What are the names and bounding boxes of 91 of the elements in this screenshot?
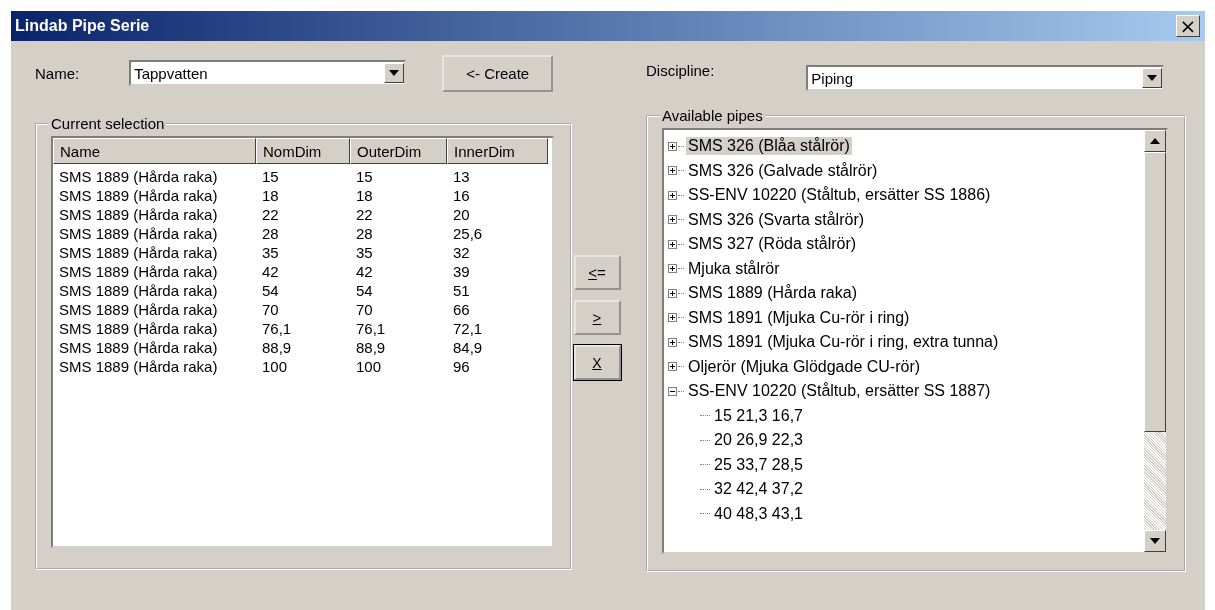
table-cell: SMS 1889 (Hårda raka) <box>59 225 218 242</box>
table-cell: 32 <box>453 244 470 261</box>
table-cell: 54 <box>262 282 279 299</box>
table-cell: SMS 1889 (Hårda raka) <box>59 301 218 318</box>
group-title: Available pipes <box>661 107 764 124</box>
table-cell: 18 <box>262 187 279 204</box>
table-cell: 70 <box>262 301 279 318</box>
move-button[interactable]: X <box>573 345 621 380</box>
name-dropdown[interactable]: Tappvatten <box>129 60 407 86</box>
expand-icon[interactable] <box>668 264 677 274</box>
create-button[interactable]: <- Create <box>442 54 554 92</box>
table-cell: SMS 1889 (Hårda raka) <box>59 206 218 223</box>
table-cell: SMS 1889 (Hårda raka) <box>59 244 218 261</box>
table-cell: SMS 1889 (Hårda raka) <box>59 168 218 185</box>
expand-icon[interactable] <box>668 288 677 298</box>
table-cell: 20 <box>453 206 470 223</box>
table-cell: 51 <box>453 282 470 299</box>
column-header[interactable]: OuterDim <box>350 138 447 164</box>
table-cell: 15 <box>262 168 279 185</box>
table-cell: 28 <box>262 225 279 242</box>
table-cell: 13 <box>453 168 470 185</box>
expand-icon[interactable] <box>668 362 677 372</box>
expand-icon[interactable] <box>668 141 677 151</box>
table-cell: 18 <box>356 187 373 204</box>
table-cell: 88,9 <box>356 339 386 356</box>
table-cell: 28 <box>356 225 373 242</box>
table-cell: 22 <box>356 206 373 223</box>
group-title: Current selection <box>50 115 166 132</box>
tree-item[interactable]: SMS 327 (Röda stålrör) <box>686 235 859 254</box>
tree-item[interactable]: SMS 326 (Svarta stålrör) <box>686 210 867 229</box>
move-button[interactable]: <= <box>573 255 621 290</box>
tree-item[interactable]: SMS 1891 (Mjuka Cu-rör i ring, extra tunna) <box>686 333 1001 352</box>
tree-item[interactable]: 25 33,7 28,5 <box>712 455 805 474</box>
tree-item[interactable]: SS-ENV 10220 (Ståltub, ersätter SS 1886) <box>686 186 993 205</box>
expand-icon[interactable] <box>668 215 677 225</box>
discipline-dropdown[interactable]: Piping <box>806 65 1165 91</box>
table-cell: 84,9 <box>453 339 483 356</box>
table-cell: 100 <box>356 358 382 375</box>
name-label: Name: <box>35 64 80 82</box>
expand-icon[interactable] <box>668 190 677 200</box>
table-cell: 22 <box>262 206 279 223</box>
expand-icon[interactable] <box>668 166 677 176</box>
column-header[interactable]: Name <box>53 138 256 164</box>
tree-item[interactable]: SMS 326 (Galvade stålrör) <box>686 161 880 180</box>
discipline-label: Discipline: <box>646 61 715 79</box>
table-cell: SMS 1889 (Hårda raka) <box>59 263 218 280</box>
tree-item[interactable]: 20 26,9 22,3 <box>712 431 805 450</box>
table-cell: 100 <box>262 358 288 375</box>
tree-item[interactable]: Mjuka stålrör <box>686 259 782 278</box>
tree-item[interactable]: SMS 1891 (Mjuka Cu-rör i ring) <box>686 308 912 327</box>
tree-item[interactable]: Oljerör (Mjuka Glödgade CU-rör) <box>686 357 923 376</box>
column-header[interactable]: InnerDim <box>447 138 548 164</box>
table-cell: 16 <box>453 187 470 204</box>
table-cell: 42 <box>356 263 373 280</box>
tree-item[interactable]: 15 21,3 16,7 <box>712 406 805 425</box>
move-button[interactable]: > <box>573 300 621 335</box>
table-cell: 72,1 <box>453 320 483 337</box>
expand-icon[interactable] <box>668 239 677 249</box>
table-cell: SMS 1889 (Hårda raka) <box>59 358 218 375</box>
table-cell: 88,9 <box>262 339 292 356</box>
table-cell: 42 <box>262 263 279 280</box>
table-cell: 96 <box>453 358 470 375</box>
window-title: Lindab Pipe Serie <box>15 17 150 35</box>
expand-icon[interactable] <box>668 337 677 347</box>
table-cell: SMS 1889 (Hårda raka) <box>59 320 218 337</box>
collapse-icon[interactable] <box>668 386 677 396</box>
table-cell: 76,1 <box>262 320 292 337</box>
table-cell: 76,1 <box>356 320 386 337</box>
table-cell: 66 <box>453 301 470 318</box>
scroll-down-icon[interactable] <box>1144 530 1166 552</box>
close-button[interactable]: × <box>1176 15 1200 37</box>
table-cell: 39 <box>453 263 470 280</box>
scrollbar[interactable] <box>1144 130 1166 552</box>
column-header[interactable]: NomDim <box>256 138 350 164</box>
tree-item[interactable]: SS-ENV 10220 (Ståltub, ersätter SS 1887) <box>686 382 993 401</box>
scroll-thumb[interactable] <box>1144 152 1166 432</box>
tree-item[interactable]: 40 48,3 43,1 <box>712 504 805 523</box>
tree-item[interactable]: SMS 326 (Blåa stålrör) <box>686 137 852 156</box>
tree-item[interactable]: 32 42,4 37,2 <box>712 480 805 499</box>
table-cell: 35 <box>262 244 279 261</box>
expand-icon[interactable] <box>668 313 677 323</box>
tree-item[interactable]: SMS 1889 (Hårda raka) <box>686 284 859 303</box>
table-cell: 70 <box>356 301 373 318</box>
scroll-up-icon[interactable] <box>1144 130 1166 152</box>
table-cell: 25,6 <box>453 225 483 242</box>
table-cell: 54 <box>356 282 373 299</box>
table-cell: SMS 1889 (Hårda raka) <box>59 187 218 204</box>
table-cell: 15 <box>356 168 373 185</box>
table-cell: SMS 1889 (Hårda raka) <box>59 282 218 299</box>
table-cell: SMS 1889 (Hårda raka) <box>59 339 218 356</box>
table-cell: 35 <box>356 244 373 261</box>
